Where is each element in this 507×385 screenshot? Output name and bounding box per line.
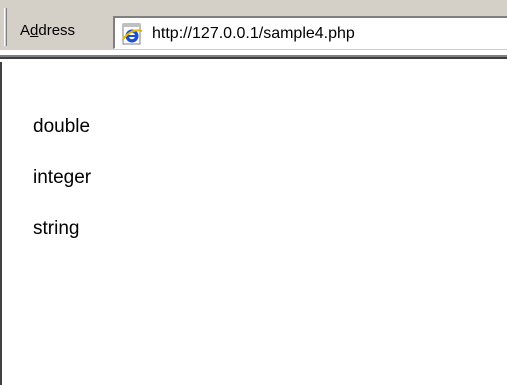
address-label: Address: [20, 22, 76, 39]
toolbar-separator: [0, 55, 507, 59]
address-input[interactable]: http://127.0.0.1/sample4.php: [113, 16, 507, 49]
output-line-integer: integer: [33, 167, 92, 188]
browser-window: Address http://127.0.0.1/sample4.php dou…: [0, 0, 507, 385]
output-line-string: string: [33, 218, 80, 239]
ie-page-icon: [122, 23, 143, 45]
address-url-text[interactable]: http://127.0.0.1/sample4.php: [152, 25, 355, 42]
address-bar: Address http://127.0.0.1/sample4.php: [0, 0, 507, 50]
page-output-list: double integer string: [33, 116, 91, 269]
toolbar-grip[interactable]: [4, 8, 7, 46]
output-line-double: double: [33, 116, 91, 137]
